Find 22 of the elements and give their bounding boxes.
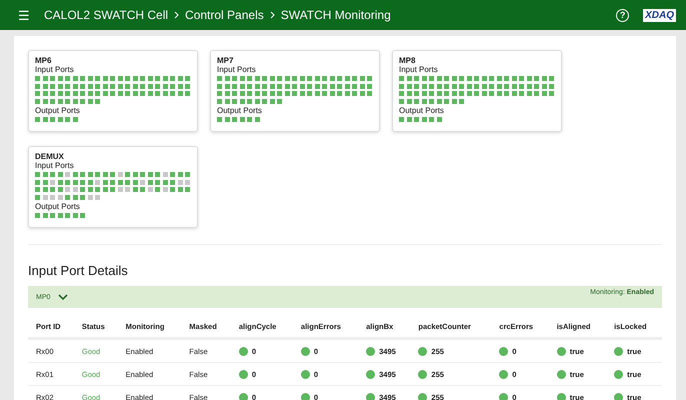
section-label: Input Ports <box>35 161 75 170</box>
section-label: Input Ports <box>217 65 257 74</box>
breadcrumb-link[interactable]: CALOL2 SWATCH Cell <box>44 8 168 22</box>
chevron-icon <box>174 11 180 19</box>
section-label: Output Ports <box>35 106 81 114</box>
section-label: Input Ports <box>35 65 75 74</box>
board-name: DEMUX <box>35 152 65 161</box>
section-label: Input Ports <box>399 65 439 74</box>
section-label: Output Ports <box>399 106 445 114</box>
section-label: Output Ports <box>35 202 81 210</box>
section-label: Output Ports <box>217 106 263 114</box>
breadcrumb-link[interactable]: Control Panels <box>185 8 264 22</box>
chevron-icon <box>270 11 275 19</box>
board-name: MP6 <box>35 56 52 65</box>
help-icon[interactable]: ? <box>616 8 630 22</box>
section-title: Input Port Details <box>28 263 129 278</box>
chevron-icon[interactable] <box>58 294 68 300</box>
breadcrumb-link[interactable]: SWATCH Monitoring <box>280 8 391 22</box>
board-name: MP8 <box>399 56 416 65</box>
logo: XDAQ <box>643 8 676 22</box>
menu-icon[interactable]: ☰ <box>18 8 30 22</box>
board-name: MP7 <box>217 56 234 65</box>
